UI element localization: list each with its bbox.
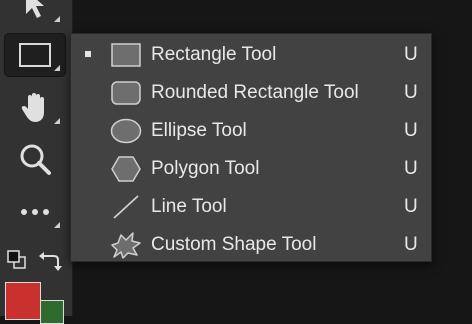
menu-item-shortcut: U — [404, 196, 418, 217]
shape-tools-flyout-menu: Rectangle Tool U Rounded Rectangle Tool … — [70, 33, 432, 262]
more-tools-button[interactable] — [4, 190, 66, 234]
menu-item-rectangle-tool[interactable]: Rectangle Tool U — [71, 36, 431, 74]
menu-item-shortcut: U — [404, 234, 418, 255]
rectangle-icon — [109, 39, 143, 71]
default-colors-icon[interactable] — [6, 249, 28, 271]
submenu-corner-icon — [54, 222, 60, 228]
menu-item-shortcut: U — [404, 44, 418, 65]
tools-panel — [0, 0, 73, 324]
menu-item-label: Custom Shape Tool — [151, 234, 317, 255]
hand-icon — [21, 93, 44, 122]
swap-colors-icon[interactable] — [38, 248, 62, 272]
menu-item-custom-shape-tool[interactable]: Custom Shape Tool U — [71, 226, 431, 264]
menu-item-shortcut: U — [404, 120, 418, 141]
hand-tool-button[interactable] — [4, 86, 66, 130]
rectangle-tool-button[interactable] — [4, 33, 66, 77]
polygon-icon — [109, 153, 143, 185]
custom-shape-icon — [109, 229, 143, 261]
line-icon — [109, 191, 143, 223]
move-tool-button[interactable] — [4, 0, 66, 28]
zoom-tool-button[interactable] — [4, 137, 66, 181]
arrow-cursor-icon — [26, 0, 44, 18]
ellipsis-icon — [21, 209, 49, 215]
menu-item-shortcut: U — [404, 158, 418, 179]
background-color-swatch[interactable] — [40, 300, 64, 324]
rounded-rectangle-icon — [109, 77, 143, 109]
ellipse-icon — [109, 115, 143, 147]
rectangle-icon — [19, 43, 51, 67]
submenu-corner-icon — [54, 65, 60, 71]
submenu-corner-icon — [54, 16, 60, 22]
menu-item-label: Ellipse Tool — [151, 120, 247, 141]
menu-item-label: Rectangle Tool — [151, 44, 277, 65]
menu-item-label: Rounded Rectangle Tool — [151, 82, 359, 103]
menu-item-polygon-tool[interactable]: Polygon Tool U — [71, 150, 431, 188]
foreground-color-swatch[interactable] — [5, 282, 41, 320]
menu-item-label: Line Tool — [151, 196, 227, 217]
active-tool-indicator — [85, 51, 91, 57]
menu-item-ellipse-tool[interactable]: Ellipse Tool U — [71, 112, 431, 150]
submenu-corner-icon — [54, 118, 60, 124]
menu-item-shortcut: U — [404, 82, 418, 103]
menu-item-label: Polygon Tool — [151, 158, 260, 179]
magnifier-icon — [20, 144, 51, 175]
menu-item-line-tool[interactable]: Line Tool U — [71, 188, 431, 226]
menu-item-rounded-rectangle-tool[interactable]: Rounded Rectangle Tool U — [71, 74, 431, 112]
